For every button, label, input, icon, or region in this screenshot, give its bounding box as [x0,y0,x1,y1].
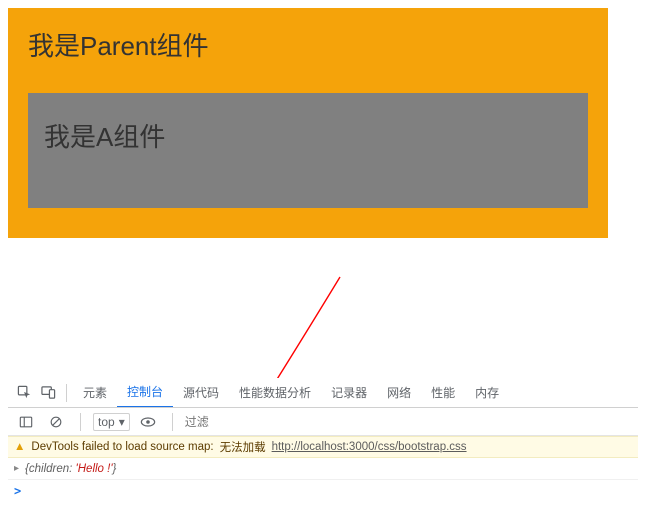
console-warning-row[interactable]: ▲ DevTools failed to load source map: 无法… [8,436,638,458]
tab-performance-insights[interactable]: 性能数据分析 [229,378,321,408]
tab-performance[interactable]: 性能 [421,378,465,408]
chevron-down-icon: ▾ [119,415,125,429]
separator [172,413,173,431]
separator [80,413,81,431]
clear-console-icon[interactable] [44,410,68,434]
tab-elements[interactable]: 元素 [73,378,117,408]
log-value: 'Hello !' [76,463,113,475]
log-key: children [29,463,69,475]
tab-console[interactable]: 控制台 [117,378,173,408]
context-label: top [98,415,115,429]
console-prompt[interactable]: > [8,480,638,502]
console-toolbar: top ▾ [8,408,638,436]
console-log-row[interactable]: ▸ {children: 'Hello !'} [8,458,638,480]
warning-prefix: DevTools failed to load source map: [31,441,213,453]
expand-caret-icon[interactable]: ▸ [14,463,19,474]
inspect-icon[interactable] [12,381,36,405]
brace-close: } [113,463,117,475]
child-title: 我是A组件 [44,117,572,154]
live-expression-icon[interactable] [136,410,160,434]
separator [66,384,67,402]
tab-network[interactable]: 网络 [377,378,421,408]
sidebar-toggle-icon[interactable] [14,410,38,434]
parent-component: 我是Parent组件 我是A组件 [8,8,608,238]
tab-recorder[interactable]: 记录器 [321,378,377,408]
devtools-panel: 元素 控制台 源代码 性能数据分析 记录器 网络 性能 内存 top ▾ ▲ D… [8,378,638,520]
warning-icon: ▲ [14,441,25,453]
devtools-tabbar: 元素 控制台 源代码 性能数据分析 记录器 网络 性能 内存 [8,378,638,408]
prompt-chevron-icon: > [14,484,21,498]
filter-input[interactable] [185,415,265,429]
tab-sources[interactable]: 源代码 [173,378,229,408]
parent-title: 我是Parent组件 [28,26,588,63]
device-toggle-icon[interactable] [36,381,60,405]
tab-memory[interactable]: 内存 [465,378,509,408]
warning-link[interactable]: http://localhost:3000/css/bootstrap.css [272,441,467,453]
child-a-component: 我是A组件 [28,93,588,208]
context-selector[interactable]: top ▾ [93,413,130,431]
warning-cn: 无法加载 [220,439,266,455]
